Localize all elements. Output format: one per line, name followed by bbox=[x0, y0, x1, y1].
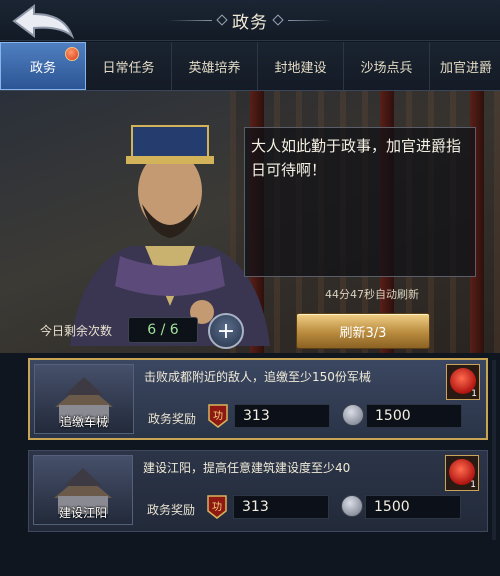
task-card[interactable]: 建设江阳 建设江阳，提高任意建筑建设度至少40 政务奖励 功 313 1500 … bbox=[28, 450, 488, 532]
task-card[interactable]: 追缴车械 击败成都附近的敌人，追缴至少150份军械 政务奖励 功 313 150… bbox=[28, 358, 488, 440]
plus-icon: + bbox=[216, 318, 236, 344]
task-list-scrollbar[interactable] bbox=[492, 360, 496, 540]
back-arrow-icon bbox=[12, 4, 75, 40]
remaining-count-label: 今日剩余次数 bbox=[40, 324, 113, 338]
merit-icon: 功 bbox=[208, 404, 228, 428]
tab-label: 政务 bbox=[29, 60, 56, 76]
title-wrap: 政务 bbox=[150, 6, 350, 34]
reward-label: 政务奖励 bbox=[147, 503, 196, 517]
seal-item[interactable]: 1 bbox=[446, 364, 480, 400]
refresh-button[interactable]: 刷新3/3 bbox=[296, 313, 430, 349]
page-title: 政务 bbox=[232, 12, 268, 33]
tab-bar: 政务 日常任务 英雄培养 封地建设 沙场点兵 加官进爵 bbox=[0, 42, 500, 91]
coin-reward-value: 1500 bbox=[366, 404, 462, 428]
task-image-label: 建设江阳 bbox=[58, 506, 107, 520]
reward-label: 政务奖励 bbox=[148, 412, 197, 426]
merit-icon-text: 功 bbox=[212, 501, 222, 513]
title-diamond-right bbox=[272, 14, 284, 26]
tab-daily-tasks[interactable]: 日常任务 bbox=[86, 42, 172, 90]
merit-reward-value: 313 bbox=[234, 404, 330, 428]
tab-label: 日常任务 bbox=[102, 60, 155, 76]
task-image: 追缴车械 bbox=[34, 364, 134, 434]
tab-label: 封地建设 bbox=[274, 60, 327, 76]
tab-fief-building[interactable]: 封地建设 bbox=[258, 42, 344, 90]
task-description: 建设江阳，提高任意建筑建设度至少40 bbox=[143, 461, 351, 475]
coin-reward-value: 1500 bbox=[365, 495, 461, 519]
task-image: 建设江阳 bbox=[33, 455, 133, 525]
tab-hero-training[interactable]: 英雄培养 bbox=[172, 42, 258, 90]
tab-field-review[interactable]: 沙场点兵 bbox=[344, 42, 430, 90]
tab-promotion[interactable]: 加官进爵 bbox=[430, 42, 500, 90]
merit-icon-text: 功 bbox=[213, 410, 223, 422]
task-image-label: 追缴车械 bbox=[59, 415, 108, 429]
coin-icon bbox=[342, 404, 364, 426]
add-count-button[interactable]: + bbox=[208, 313, 244, 349]
title-line-left bbox=[168, 19, 212, 21]
tab-label: 英雄培养 bbox=[188, 60, 241, 76]
merit-reward-value: 313 bbox=[233, 495, 329, 519]
dialogue-box: 大人如此勤于政事，加官进爵指日可待啊！ bbox=[244, 127, 476, 277]
auto-refresh-timer: 44分47秒自动刷新 bbox=[325, 288, 419, 301]
merit-icon: 功 bbox=[207, 495, 227, 519]
tab-label: 加官进爵 bbox=[440, 60, 493, 76]
coin-icon bbox=[341, 495, 363, 517]
title-line-right bbox=[288, 19, 332, 21]
seal-item[interactable]: 1 bbox=[445, 455, 479, 491]
title-diamond-left bbox=[216, 14, 228, 26]
tab-label: 沙场点兵 bbox=[360, 60, 413, 76]
seal-count: 1 bbox=[470, 480, 476, 490]
task-description: 击败成都附近的敌人，追缴至少150份军械 bbox=[144, 370, 371, 384]
back-button[interactable] bbox=[6, 2, 80, 40]
seal-count: 1 bbox=[471, 389, 477, 399]
remaining-count-value: 6 / 6 bbox=[128, 317, 198, 343]
tab-zhengwu[interactable]: 政务 bbox=[0, 42, 86, 90]
notification-badge bbox=[65, 47, 79, 61]
top-bar: 政务 bbox=[0, 0, 500, 41]
